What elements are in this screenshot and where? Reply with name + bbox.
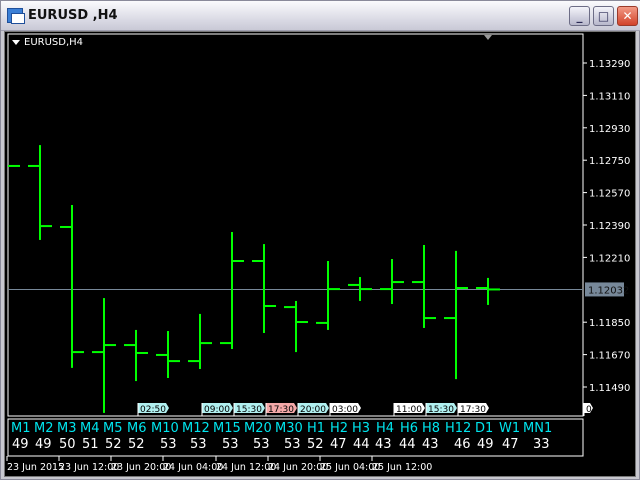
last-price-label: 1.12032 xyxy=(588,285,629,296)
time-marker[interactable]: 17:30 xyxy=(265,403,297,416)
marker-label: 02:50 xyxy=(140,405,166,415)
timeframe-value: 43 xyxy=(422,437,439,452)
marker-label: 09:00 xyxy=(204,405,230,415)
price-tick-label: 1.13290 xyxy=(589,59,630,70)
price-chart[interactable]: EURUSD,H4 1.13290 1.13110 1.12930 1.12750 1.… xyxy=(0,0,640,480)
price-tick-label: 1.12210 xyxy=(589,253,630,264)
price-tick-label: 1.13110 xyxy=(589,91,630,102)
time-marker[interactable]: 15:30 xyxy=(233,403,265,416)
ohlc-bar[interactable] xyxy=(444,250,468,380)
ohlc-bar[interactable] xyxy=(220,232,244,350)
marker-label: 11:00 xyxy=(396,405,422,415)
ohlc-bar[interactable] xyxy=(284,300,308,353)
time-marker[interactable]: 11:00 xyxy=(393,403,425,416)
time-marker[interactable]: 09:00 xyxy=(201,403,233,416)
timeframe-value: 44 xyxy=(399,437,416,452)
marker-label: 15:30 xyxy=(236,405,262,415)
ohlc-bar[interactable] xyxy=(156,331,180,378)
time-marker[interactable]: 0 xyxy=(583,403,593,416)
marker-label: 17:30 xyxy=(460,405,486,415)
timeframe-label: M2 xyxy=(34,421,54,436)
timeframe-value: 50 xyxy=(59,437,76,452)
ohlc-bar[interactable] xyxy=(92,298,116,413)
timeframe-label: H8 xyxy=(422,421,441,436)
timeframe-value: 49 xyxy=(477,437,494,452)
timeframe-label: M10 xyxy=(151,421,179,436)
price-tick-label: 1.11490 xyxy=(589,383,630,394)
timeframe-label: M15 xyxy=(213,421,241,436)
ohlc-bar[interactable] xyxy=(28,145,52,240)
chart-symbol-label: EURUSD,H4 xyxy=(24,37,83,48)
timeframe-label: M30 xyxy=(275,421,303,436)
price-tick-label: 1.12750 xyxy=(589,156,630,167)
price-tick-label: 1.12390 xyxy=(589,221,630,232)
timeframe-value: 44 xyxy=(353,437,370,452)
timeframe-label: MN1 xyxy=(523,421,553,436)
ohlc-bar[interactable] xyxy=(476,277,500,305)
timeframe-value: 52 xyxy=(128,437,145,452)
timeframe-label: H2 xyxy=(330,421,349,436)
timeframe-label: M1 xyxy=(11,421,31,436)
marker-label: 0 xyxy=(586,405,592,415)
time-tick-label: 25 Jun 12:00 xyxy=(372,462,432,473)
timeframe-value: 47 xyxy=(502,437,519,452)
timeframe-label: M3 xyxy=(57,421,77,436)
timeframe-value: 49 xyxy=(12,437,29,452)
time-marker[interactable]: 17:30 xyxy=(457,403,489,416)
dropdown-arrow-icon[interactable] xyxy=(12,40,20,45)
timeframe-label: H6 xyxy=(400,421,419,436)
timeframe-label: D1 xyxy=(475,421,494,436)
timeframe-value: 46 xyxy=(454,437,471,452)
ohlc-bar[interactable] xyxy=(188,313,212,369)
time-marker[interactable]: 20:00 xyxy=(297,403,329,416)
time-tick-label: 23 Jun 2015 xyxy=(7,462,64,473)
ohlc-bar[interactable] xyxy=(316,261,340,330)
timeframe-label: H4 xyxy=(376,421,395,436)
timeframe-value: 53 xyxy=(160,437,177,452)
timeframe-label: H12 xyxy=(445,421,472,436)
timeframe-value: 53 xyxy=(190,437,207,452)
time-marker[interactable]: 03:00 xyxy=(329,403,361,416)
timeframe-value: 51 xyxy=(82,437,99,452)
timeframe-value: 43 xyxy=(375,437,392,452)
price-tick-label: 1.12570 xyxy=(589,189,630,200)
price-tick-label: 1.11670 xyxy=(589,351,630,362)
timeframe-label: W1 xyxy=(499,421,521,436)
ohlc-bar[interactable] xyxy=(380,259,404,305)
time-tick-label: 24 Jun 04:00 xyxy=(163,462,223,473)
timeframe-value: 52 xyxy=(105,437,122,452)
time-marker[interactable]: 15:30 xyxy=(425,403,457,416)
timeframe-label: H3 xyxy=(352,421,371,436)
timeframe-value: 47 xyxy=(330,437,347,452)
timeframe-label: M5 xyxy=(103,421,123,436)
marker-label: 03:00 xyxy=(332,405,358,415)
price-tick-label: 1.11850 xyxy=(589,318,630,329)
price-tick-label: 1.12930 xyxy=(589,124,630,135)
shift-marker-icon[interactable] xyxy=(484,35,492,40)
timeframe-label: H1 xyxy=(307,421,326,436)
marker-label: 15:30 xyxy=(428,405,454,415)
timeframe-label: M6 xyxy=(127,421,147,436)
timeframe-value: 53 xyxy=(222,437,239,452)
timeframe-label: M4 xyxy=(80,421,100,436)
marker-label: 17:30 xyxy=(268,405,294,415)
ohlc-bar[interactable] xyxy=(124,329,148,382)
timeframe-value: 53 xyxy=(253,437,270,452)
ohlc-bar[interactable] xyxy=(60,205,84,368)
timeframe-value: 49 xyxy=(35,437,52,452)
ohlc-bar[interactable] xyxy=(252,244,276,333)
timeframe-value: 33 xyxy=(533,437,550,452)
marker-label: 20:00 xyxy=(300,405,326,415)
ohlc-bar[interactable] xyxy=(412,244,436,328)
timeframe-value: 52 xyxy=(307,437,324,452)
timeframe-value: 53 xyxy=(284,437,301,452)
chart-frame xyxy=(7,33,584,417)
timeframe-label: M12 xyxy=(182,421,210,436)
time-marker[interactable]: 02:50 xyxy=(137,403,169,416)
timeframe-label: M20 xyxy=(244,421,272,436)
